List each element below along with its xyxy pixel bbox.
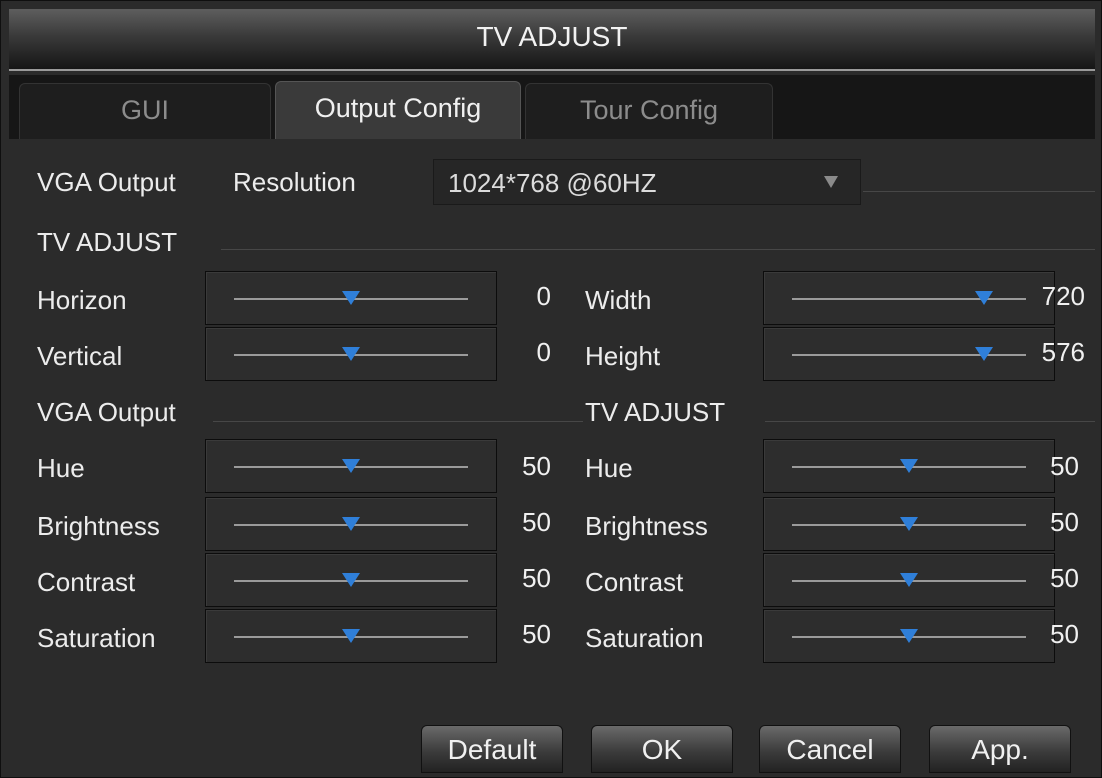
vga-hue-slider[interactable] [205,439,497,493]
slider-thumb[interactable] [900,517,918,531]
tab-tour-config[interactable]: Tour Config [525,83,773,139]
height-label: Height [585,341,661,371]
tv-contrast-label: Contrast [585,567,684,597]
divider [765,421,1095,422]
height-slider[interactable] [763,327,1055,381]
slider-thumb[interactable] [342,517,360,531]
tv-hue-value: 50 [1050,451,1079,481]
cancel-button[interactable]: Cancel [759,725,901,773]
slider-thumb[interactable] [974,347,993,361]
section-title-tv-adjust: TV ADJUST [37,227,178,257]
resolution-value: 1024*768 @60HZ [448,168,657,198]
width-label: Width [585,285,652,315]
vga-brightness-slider[interactable] [205,497,497,551]
horizon-value: 0 [536,281,551,311]
section-title-vga-output: VGA Output [37,397,176,427]
vertical-label: Vertical [37,341,123,371]
vertical-value: 0 [536,337,551,367]
tv-saturation-slider[interactable] [763,609,1055,663]
vga-saturation-label: Saturation [37,623,156,653]
vga-brightness-label: Brightness [37,511,160,541]
slider-thumb[interactable] [342,629,360,643]
tv-contrast-value: 50 [1050,563,1079,593]
vertical-slider[interactable] [205,327,497,381]
slider-thumb[interactable] [974,291,993,305]
vga-brightness-value: 50 [522,507,551,537]
vga-contrast-value: 50 [522,563,551,593]
height-value: 576 [1041,337,1085,367]
slider-thumb[interactable] [900,573,918,587]
horizon-label: Horizon [37,285,127,315]
ok-button[interactable]: OK [591,725,733,773]
tab-output-config[interactable]: Output Config [275,81,521,139]
vga-hue-label: Hue [37,453,85,483]
slider-thumb[interactable] [900,459,918,473]
tab-gui[interactable]: GUI [19,83,271,139]
width-value: 720 [1041,281,1085,311]
divider [221,249,1095,250]
tv-brightness-label: Brightness [585,511,708,541]
dropdown-arrow-icon[interactable] [824,176,838,188]
divider [863,191,1095,192]
slider-thumb[interactable] [900,629,918,643]
vga-contrast-slider[interactable] [205,553,497,607]
tv-adjust-dialog: TV ADJUST GUI Output Config Tour Config … [0,0,1102,778]
tv-saturation-label: Saturation [585,623,704,653]
vga-saturation-value: 50 [522,619,551,649]
slider-thumb[interactable] [342,573,360,587]
slider-thumb[interactable] [342,291,360,305]
horizon-slider[interactable] [205,271,497,325]
tv-hue-label: Hue [585,453,633,483]
tv-saturation-value: 50 [1050,619,1079,649]
dialog-title: TV ADJUST [476,21,628,52]
apply-button[interactable]: App. [929,725,1071,773]
vga-hue-value: 50 [522,451,551,481]
vga-output-label: VGA Output [37,167,176,197]
tv-brightness-value: 50 [1050,507,1079,537]
default-button[interactable]: Default [421,725,563,773]
tab-strip: GUI Output Config Tour Config [9,75,1095,139]
slider-thumb[interactable] [342,459,360,473]
tv-contrast-slider[interactable] [763,553,1055,607]
width-slider[interactable] [763,271,1055,325]
divider [213,421,583,422]
slider-thumb[interactable] [342,347,360,361]
resolution-label: Resolution [233,167,356,197]
resolution-select[interactable]: 1024*768 @60HZ [433,159,861,205]
title-bar: TV ADJUST [9,9,1095,71]
vga-contrast-label: Contrast [37,567,136,597]
tv-hue-slider[interactable] [763,439,1055,493]
tv-brightness-slider[interactable] [763,497,1055,551]
section-title-tv-adjust-color: TV ADJUST [585,397,726,427]
vga-saturation-slider[interactable] [205,609,497,663]
